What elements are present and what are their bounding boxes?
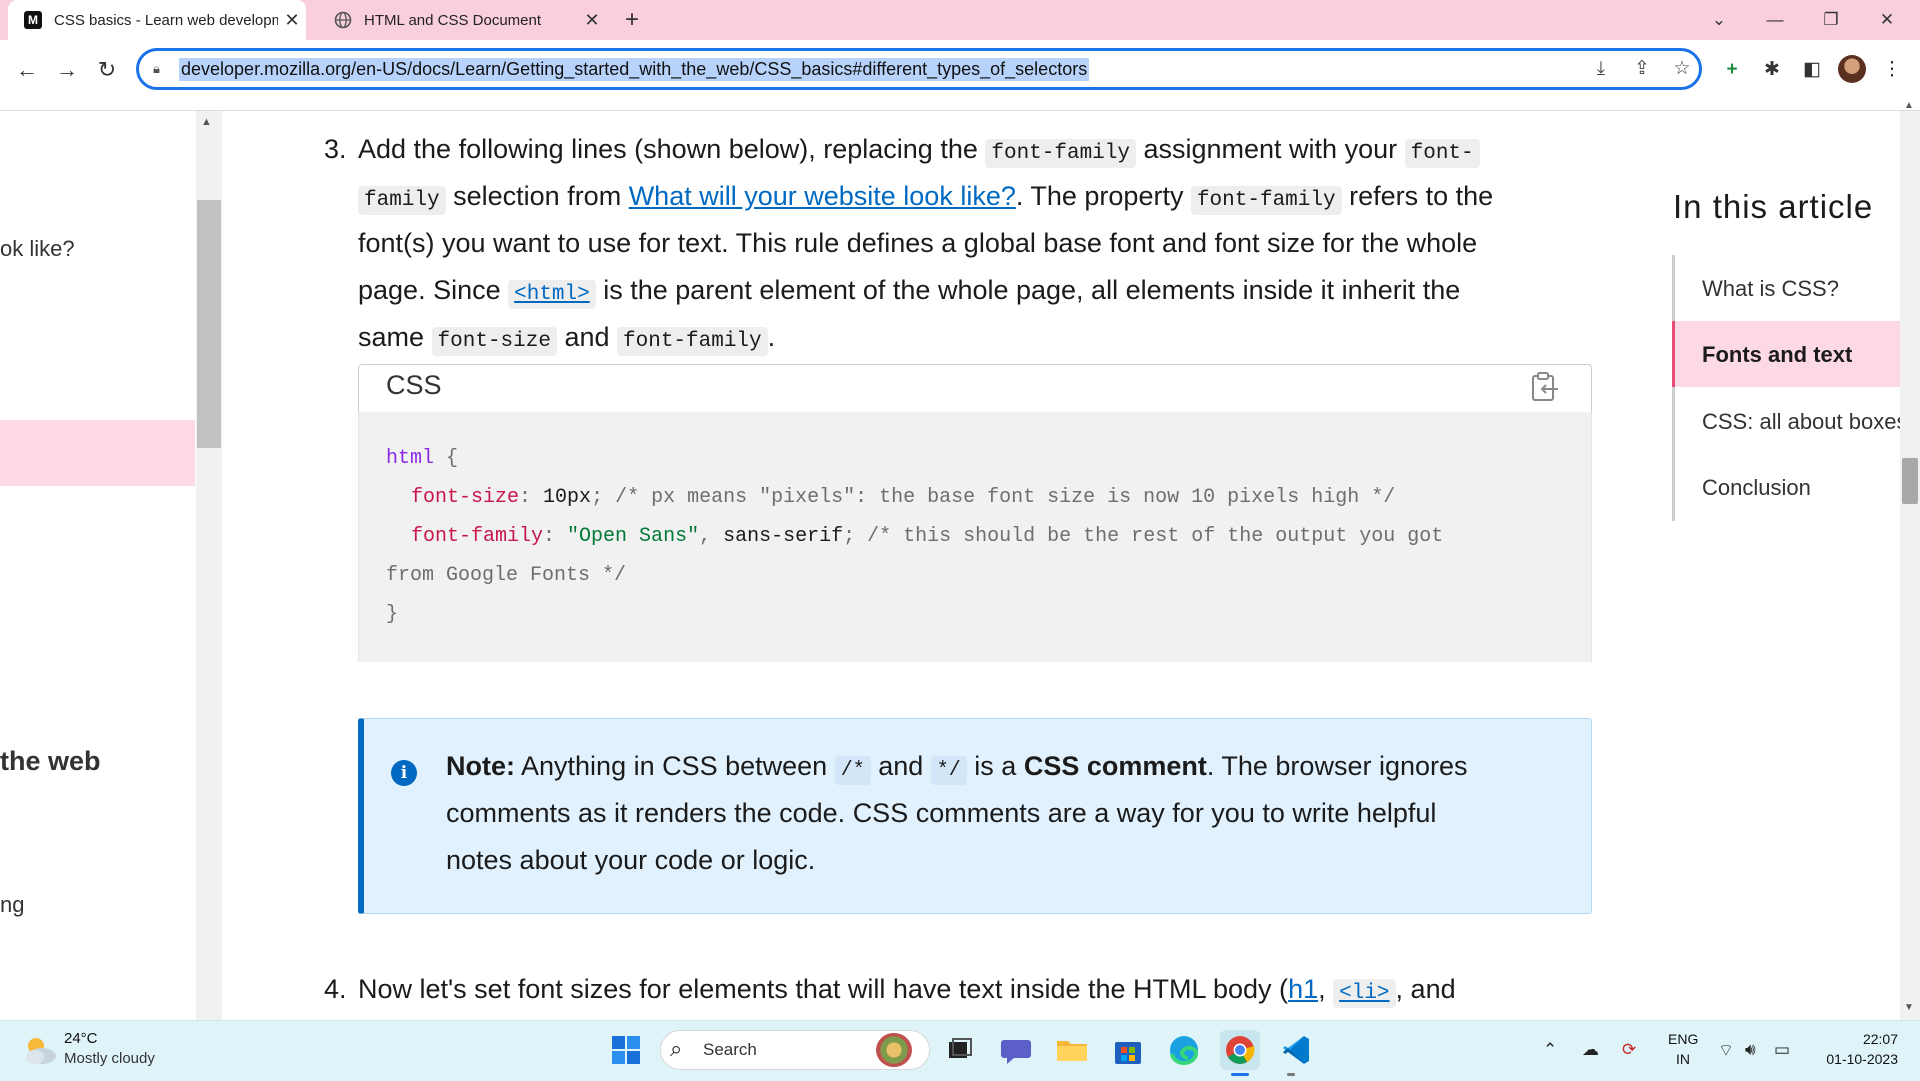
weather-temperature[interactable]: 24°C [64, 1030, 98, 1047]
install-app-icon[interactable]: ⤓ [1588, 56, 1614, 82]
website-look-link[interactable]: What will your website look like? [629, 181, 1016, 211]
edge-browser-icon[interactable] [1164, 1030, 1204, 1070]
side-panel-icon[interactable]: ◧ [1798, 56, 1826, 84]
tab-css-basics[interactable]: M CSS basics - Learn web developme ✕ [8, 0, 306, 40]
url-text[interactable]: developer.mozilla.org/en-US/docs/Learn/G… [179, 57, 1090, 81]
restore-button[interactable]: ❐ [1803, 0, 1859, 40]
mdn-favicon-icon: M [24, 11, 42, 29]
taskbar-search-label: Search [703, 1040, 757, 1059]
forward-arrow-icon[interactable]: → [53, 56, 81, 84]
search-highlight-icon[interactable] [876, 1033, 912, 1067]
weather-cloud-icon[interactable] [20, 1030, 60, 1070]
toc-item-what-is-css[interactable]: What is CSS? [1702, 276, 1839, 302]
step-number: 4. [324, 974, 347, 1004]
code-language-label: CSS [386, 370, 442, 400]
info-icon: i [391, 760, 417, 786]
close-tab-icon[interactable]: ✕ [578, 10, 606, 31]
menu-kebab-icon[interactable]: ⋮ [1878, 56, 1906, 84]
show-hidden-icons-chevron[interactable]: ⌃ [1543, 1040, 1557, 1060]
microsoft-store-icon[interactable] [1108, 1030, 1148, 1070]
scroll-up-arrow-icon[interactable]: ▲ [201, 116, 212, 128]
code-line-1: html { [386, 447, 459, 470]
back-arrow-icon[interactable]: ← [13, 56, 41, 84]
onedrive-cloud-icon[interactable]: ☁ [1582, 1040, 1599, 1060]
code-line-2: font-size: 10px; /* px means "pixels": t… [411, 486, 1396, 509]
windows-start-icon[interactable] [606, 1030, 646, 1070]
note-line-2: comments as it renders the code. CSS com… [446, 798, 1437, 828]
step3-line3: font(s) you want to use for text. This r… [358, 228, 1478, 258]
step3-line2: family selection from What will your web… [358, 181, 1493, 215]
page-scrollbar[interactable] [1900, 111, 1920, 1020]
wifi-icon[interactable]: ⌔ [1718, 1040, 1734, 1061]
step3-line1: Add the following lines (shown below), r… [358, 134, 1480, 168]
file-explorer-icon[interactable] [1052, 1030, 1092, 1070]
toc-item-css-boxes[interactable]: CSS: all about boxes [1702, 409, 1900, 435]
toc-item-fonts-and-text[interactable]: Fonts and text [1702, 342, 1852, 368]
search-icon: ⌕ [670, 1036, 683, 1061]
input-language[interactable]: ENG [1668, 1031, 1698, 1047]
h1-link[interactable]: h1 [1288, 974, 1318, 1004]
li-element-link[interactable]: <li> [1333, 979, 1396, 1008]
toc-title: In this article [1673, 188, 1874, 225]
code-block-header [358, 364, 1592, 412]
clock-time[interactable]: 22:07 [1818, 1031, 1898, 1047]
code-line-3: font-family: "Open Sans", sans-serif; /*… [411, 525, 1444, 548]
sidebar-scrollbar-thumb[interactable] [197, 200, 221, 448]
minimize-button[interactable]: — [1747, 0, 1803, 40]
profile-avatar[interactable] [1838, 55, 1866, 83]
running-app-indicator [1287, 1073, 1295, 1076]
input-region[interactable]: IN [1676, 1051, 1690, 1067]
toc-rail [1672, 255, 1675, 521]
vscode-icon[interactable] [1276, 1030, 1316, 1070]
chrome-browser-icon[interactable] [1220, 1030, 1260, 1070]
battery-icon[interactable]: ▭ [1774, 1040, 1790, 1060]
sidebar-item-partial[interactable]: ok like? [0, 236, 75, 262]
note-line-3: notes about your code or logic. [446, 845, 816, 875]
code-line-5: } [386, 603, 399, 626]
step3-line4: page. Since <html> is the parent element… [358, 275, 1460, 309]
share-icon[interactable]: ⇪ [1629, 56, 1655, 82]
sidebar-heading-partial[interactable]: the web [0, 746, 101, 777]
note-line-1: Note: Anything in CSS between /* and */ … [446, 751, 1468, 785]
reload-icon[interactable]: ↻ [93, 56, 121, 84]
new-tab-button[interactable]: + [618, 6, 646, 34]
step4-line1: Now let's set font sizes for elements th… [358, 974, 1456, 1008]
bookmark-star-icon[interactable]: ☆ [1669, 56, 1695, 82]
lock-icon[interactable]: 🔒︎ [153, 61, 167, 77]
sidebar-item-partial[interactable]: ng [0, 892, 24, 918]
html-element-link[interactable]: <html> [508, 280, 596, 309]
scroll-down-arrow-icon[interactable]: ▼ [1904, 1002, 1914, 1013]
extension-plus-icon[interactable]: + [1718, 56, 1746, 84]
tab-title: HTML and CSS Document [364, 11, 542, 29]
teams-chat-icon[interactable] [996, 1030, 1036, 1070]
step3-line5: same font-size and font-family. [358, 322, 775, 356]
task-view-icon[interactable] [940, 1030, 980, 1070]
globe-icon [334, 11, 352, 29]
tab-title: CSS basics - Learn web developme [54, 11, 278, 29]
active-app-indicator [1231, 1073, 1249, 1076]
clock-date[interactable]: 01-10-2023 [1818, 1051, 1898, 1067]
page-scrollbar-thumb[interactable] [1902, 458, 1918, 504]
code-line-4: from Google Fonts */ [386, 564, 627, 587]
extensions-puzzle-icon[interactable]: ✱ [1758, 56, 1786, 84]
tab-search-chevron-icon[interactable]: ⌄ [1691, 0, 1747, 40]
weather-description[interactable]: Mostly cloudy [64, 1050, 155, 1067]
volume-icon[interactable]: 🔊︎ [1745, 1040, 1756, 1060]
sidebar-active-highlight [0, 420, 195, 486]
tab-html-css-document[interactable]: HTML and CSS Document ✕ [318, 0, 606, 40]
address-bar[interactable]: 🔒︎ developer.mozilla.org/en-US/docs/Lear… [136, 48, 1702, 90]
scroll-up-arrow-icon[interactable]: ▲ [1904, 100, 1914, 111]
close-tab-icon[interactable]: ✕ [278, 10, 306, 31]
step-number: 3. [324, 134, 347, 164]
sync-status-icon[interactable]: ⟳ [1622, 1040, 1636, 1060]
toc-item-conclusion[interactable]: Conclusion [1702, 475, 1811, 501]
copy-clipboard-icon[interactable] [1528, 370, 1562, 404]
close-window-button[interactable]: ✕ [1859, 0, 1915, 40]
